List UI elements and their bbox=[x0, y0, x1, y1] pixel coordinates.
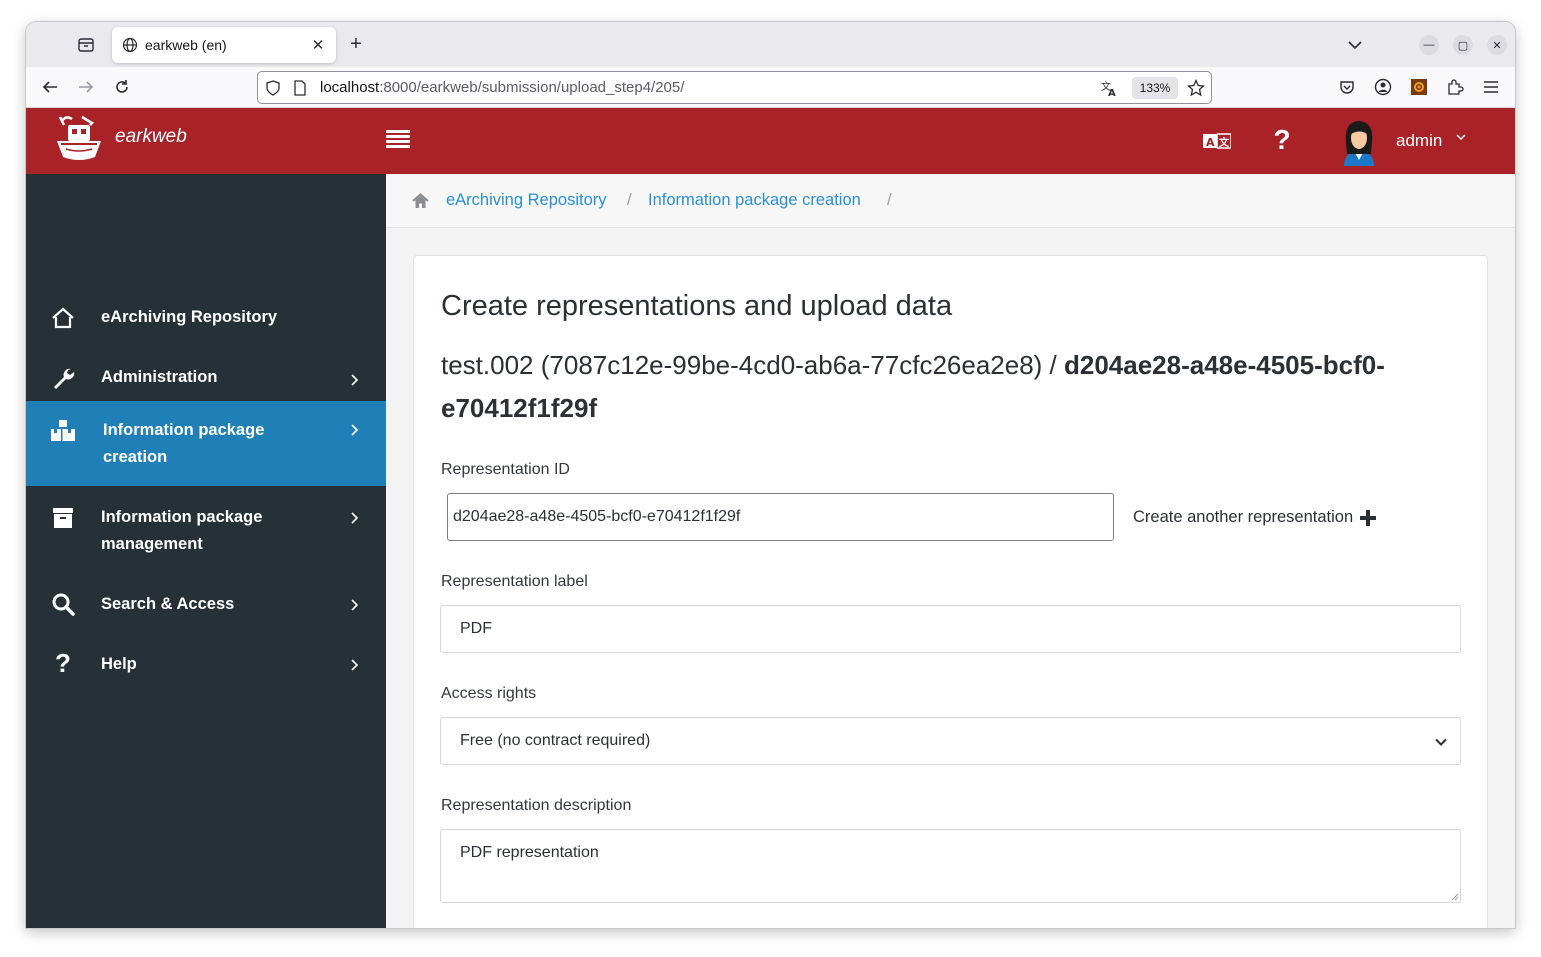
hamburger-menu-icon[interactable] bbox=[386, 130, 410, 152]
tab-list-icon[interactable] bbox=[74, 34, 98, 56]
url-bar[interactable]: localhost:8000/earkweb/submission/upload… bbox=[257, 71, 1212, 104]
breadcrumb-link-information-package-creation[interactable]: Information package creation bbox=[648, 191, 861, 210]
resize-grip-icon[interactable] bbox=[1451, 893, 1459, 901]
sidebar-item-label: eArchiving Repository bbox=[101, 308, 278, 326]
extension-addon-icon[interactable] bbox=[1409, 77, 1429, 97]
url-text: localhost:8000/earkweb/submission/upload… bbox=[320, 79, 684, 96]
close-window-icon[interactable]: ✕ bbox=[1487, 35, 1507, 55]
chevron-right-icon bbox=[351, 512, 359, 524]
representation-description-textarea[interactable]: PDF representation bbox=[440, 829, 1461, 903]
sidebar-item-label: Information package management bbox=[101, 504, 262, 557]
breadcrumb: eArchiving Repository / Information pack… bbox=[386, 174, 1515, 228]
chevron-down-icon bbox=[1435, 738, 1447, 746]
access-rights-select[interactable]: Free (no contract required) bbox=[440, 717, 1461, 765]
avatar[interactable] bbox=[1338, 116, 1380, 166]
svg-text:A: A bbox=[1206, 136, 1215, 149]
chevron-right-icon bbox=[351, 599, 359, 611]
search-icon bbox=[50, 591, 76, 617]
minimize-icon[interactable]: — bbox=[1419, 35, 1439, 55]
tab-strip: earkweb (en) ✕ + — ▢ ✕ bbox=[26, 22, 1515, 67]
chevron-down-icon[interactable] bbox=[1454, 130, 1468, 144]
language-icon[interactable]: A 文 bbox=[1203, 132, 1231, 150]
sidebar-item-label-line1: Information package bbox=[101, 508, 263, 526]
nav-bar: localhost:8000/earkweb/submission/upload… bbox=[26, 67, 1515, 108]
sidebar: eArchiving Repository Administration Inf… bbox=[26, 174, 386, 928]
representation-id-label: Representation ID bbox=[441, 461, 570, 478]
sidebar-item-label: Help bbox=[101, 655, 137, 673]
sidebar-item-earchiving-repository[interactable]: eArchiving Repository bbox=[26, 294, 386, 350]
reload-icon[interactable] bbox=[112, 77, 132, 97]
sidebar-item-search-access[interactable]: Search & Access bbox=[26, 584, 386, 640]
page-title: Create representations and upload data bbox=[441, 290, 953, 322]
representation-description-label: Representation description bbox=[441, 797, 632, 814]
access-rights-label: Access rights bbox=[441, 685, 537, 702]
url-path: :8000/earkweb/submission/upload_step4/20… bbox=[379, 79, 685, 96]
extensions-puzzle-icon[interactable] bbox=[1445, 77, 1465, 97]
browser-window: earkweb (en) ✕ + — ▢ ✕ localhost:8000/ea… bbox=[26, 22, 1515, 928]
create-another-representation-button[interactable]: Create another representation bbox=[1133, 508, 1377, 527]
sidebar-item-label: Administration bbox=[101, 368, 218, 386]
chevron-right-icon bbox=[351, 659, 359, 671]
archive-icon bbox=[50, 505, 76, 531]
chevron-down-icon[interactable] bbox=[1344, 34, 1366, 56]
form-card: Create representations and upload data t… bbox=[413, 255, 1488, 928]
access-rights-value: Free (no contract required) bbox=[460, 732, 651, 749]
representation-label-label: Representation label bbox=[441, 573, 588, 590]
sidebar-item-label: Information package creation bbox=[103, 417, 264, 470]
home-icon[interactable] bbox=[412, 193, 429, 209]
help-icon[interactable]: ? bbox=[1271, 124, 1293, 156]
representation-label-input[interactable]: PDF bbox=[440, 605, 1461, 653]
zoom-level[interactable]: 133% bbox=[1132, 77, 1178, 99]
shield-icon[interactable] bbox=[266, 80, 280, 96]
page-icon bbox=[294, 80, 306, 96]
brand-name[interactable]: earkweb bbox=[115, 126, 187, 148]
breadcrumb-link-earchiving-repository[interactable]: eArchiving Repository bbox=[446, 191, 607, 210]
maximize-icon[interactable]: ▢ bbox=[1453, 35, 1473, 55]
tab-title: earkweb (en) bbox=[145, 37, 227, 53]
back-icon[interactable] bbox=[40, 77, 60, 97]
create-another-representation-label: Create another representation bbox=[1133, 508, 1354, 526]
package-id-text: test.002 (7087c12e-99be-4cd0-ab6a-77cfc2… bbox=[441, 350, 1064, 380]
breadcrumb-separator: / bbox=[627, 191, 632, 209]
new-tab-icon[interactable]: + bbox=[344, 33, 368, 57]
package-subtitle: test.002 (7087c12e-99be-4cd0-ab6a-77cfc2… bbox=[441, 344, 1451, 430]
wrench-icon bbox=[50, 365, 76, 391]
translate-icon[interactable]: 文A bbox=[1100, 79, 1118, 97]
sidebar-item-information-package-creation[interactable]: Information package creation bbox=[26, 401, 386, 486]
app-header: earkweb A 文 ? admin bbox=[26, 108, 1515, 174]
sidebar-item-label: Search & Access bbox=[101, 595, 235, 613]
browser-tab[interactable]: earkweb (en) ✕ bbox=[112, 27, 336, 63]
plus-icon bbox=[1360, 509, 1377, 526]
sidebar-item-label-line2: management bbox=[101, 534, 203, 553]
svg-text:文: 文 bbox=[1219, 136, 1230, 149]
representation-description-value: PDF representation bbox=[460, 844, 599, 861]
sidebar-item-information-package-management[interactable]: Information package management bbox=[26, 504, 386, 564]
sidebar-item-help[interactable]: ? Help bbox=[26, 644, 386, 700]
url-host: localhost bbox=[320, 79, 380, 96]
forward-icon[interactable] bbox=[76, 77, 96, 97]
breadcrumb-separator: / bbox=[887, 191, 892, 209]
chevron-right-icon bbox=[351, 424, 359, 436]
svg-text:A: A bbox=[1108, 88, 1116, 97]
pocket-icon[interactable] bbox=[1337, 77, 1357, 97]
boxes-icon bbox=[50, 418, 76, 444]
globe-icon bbox=[122, 37, 138, 53]
user-name[interactable]: admin bbox=[1396, 131, 1442, 151]
bookmark-star-icon[interactable] bbox=[1187, 79, 1205, 97]
main-content: eArchiving Repository / Information pack… bbox=[386, 174, 1515, 928]
earkweb-logo-icon[interactable] bbox=[52, 111, 106, 165]
home-icon bbox=[50, 305, 76, 331]
sidebar-item-label-line2: creation bbox=[103, 447, 168, 466]
close-tab-icon[interactable]: ✕ bbox=[310, 36, 326, 54]
menu-icon[interactable] bbox=[1481, 77, 1501, 97]
representation-id-input[interactable]: d204ae28-a48e-4505-bcf0-e70412f1f29f bbox=[447, 493, 1114, 541]
sidebar-item-label-line1: Information package bbox=[103, 421, 265, 439]
question-icon: ? bbox=[55, 647, 71, 678]
account-icon[interactable] bbox=[1373, 77, 1393, 97]
chevron-right-icon bbox=[351, 374, 359, 386]
